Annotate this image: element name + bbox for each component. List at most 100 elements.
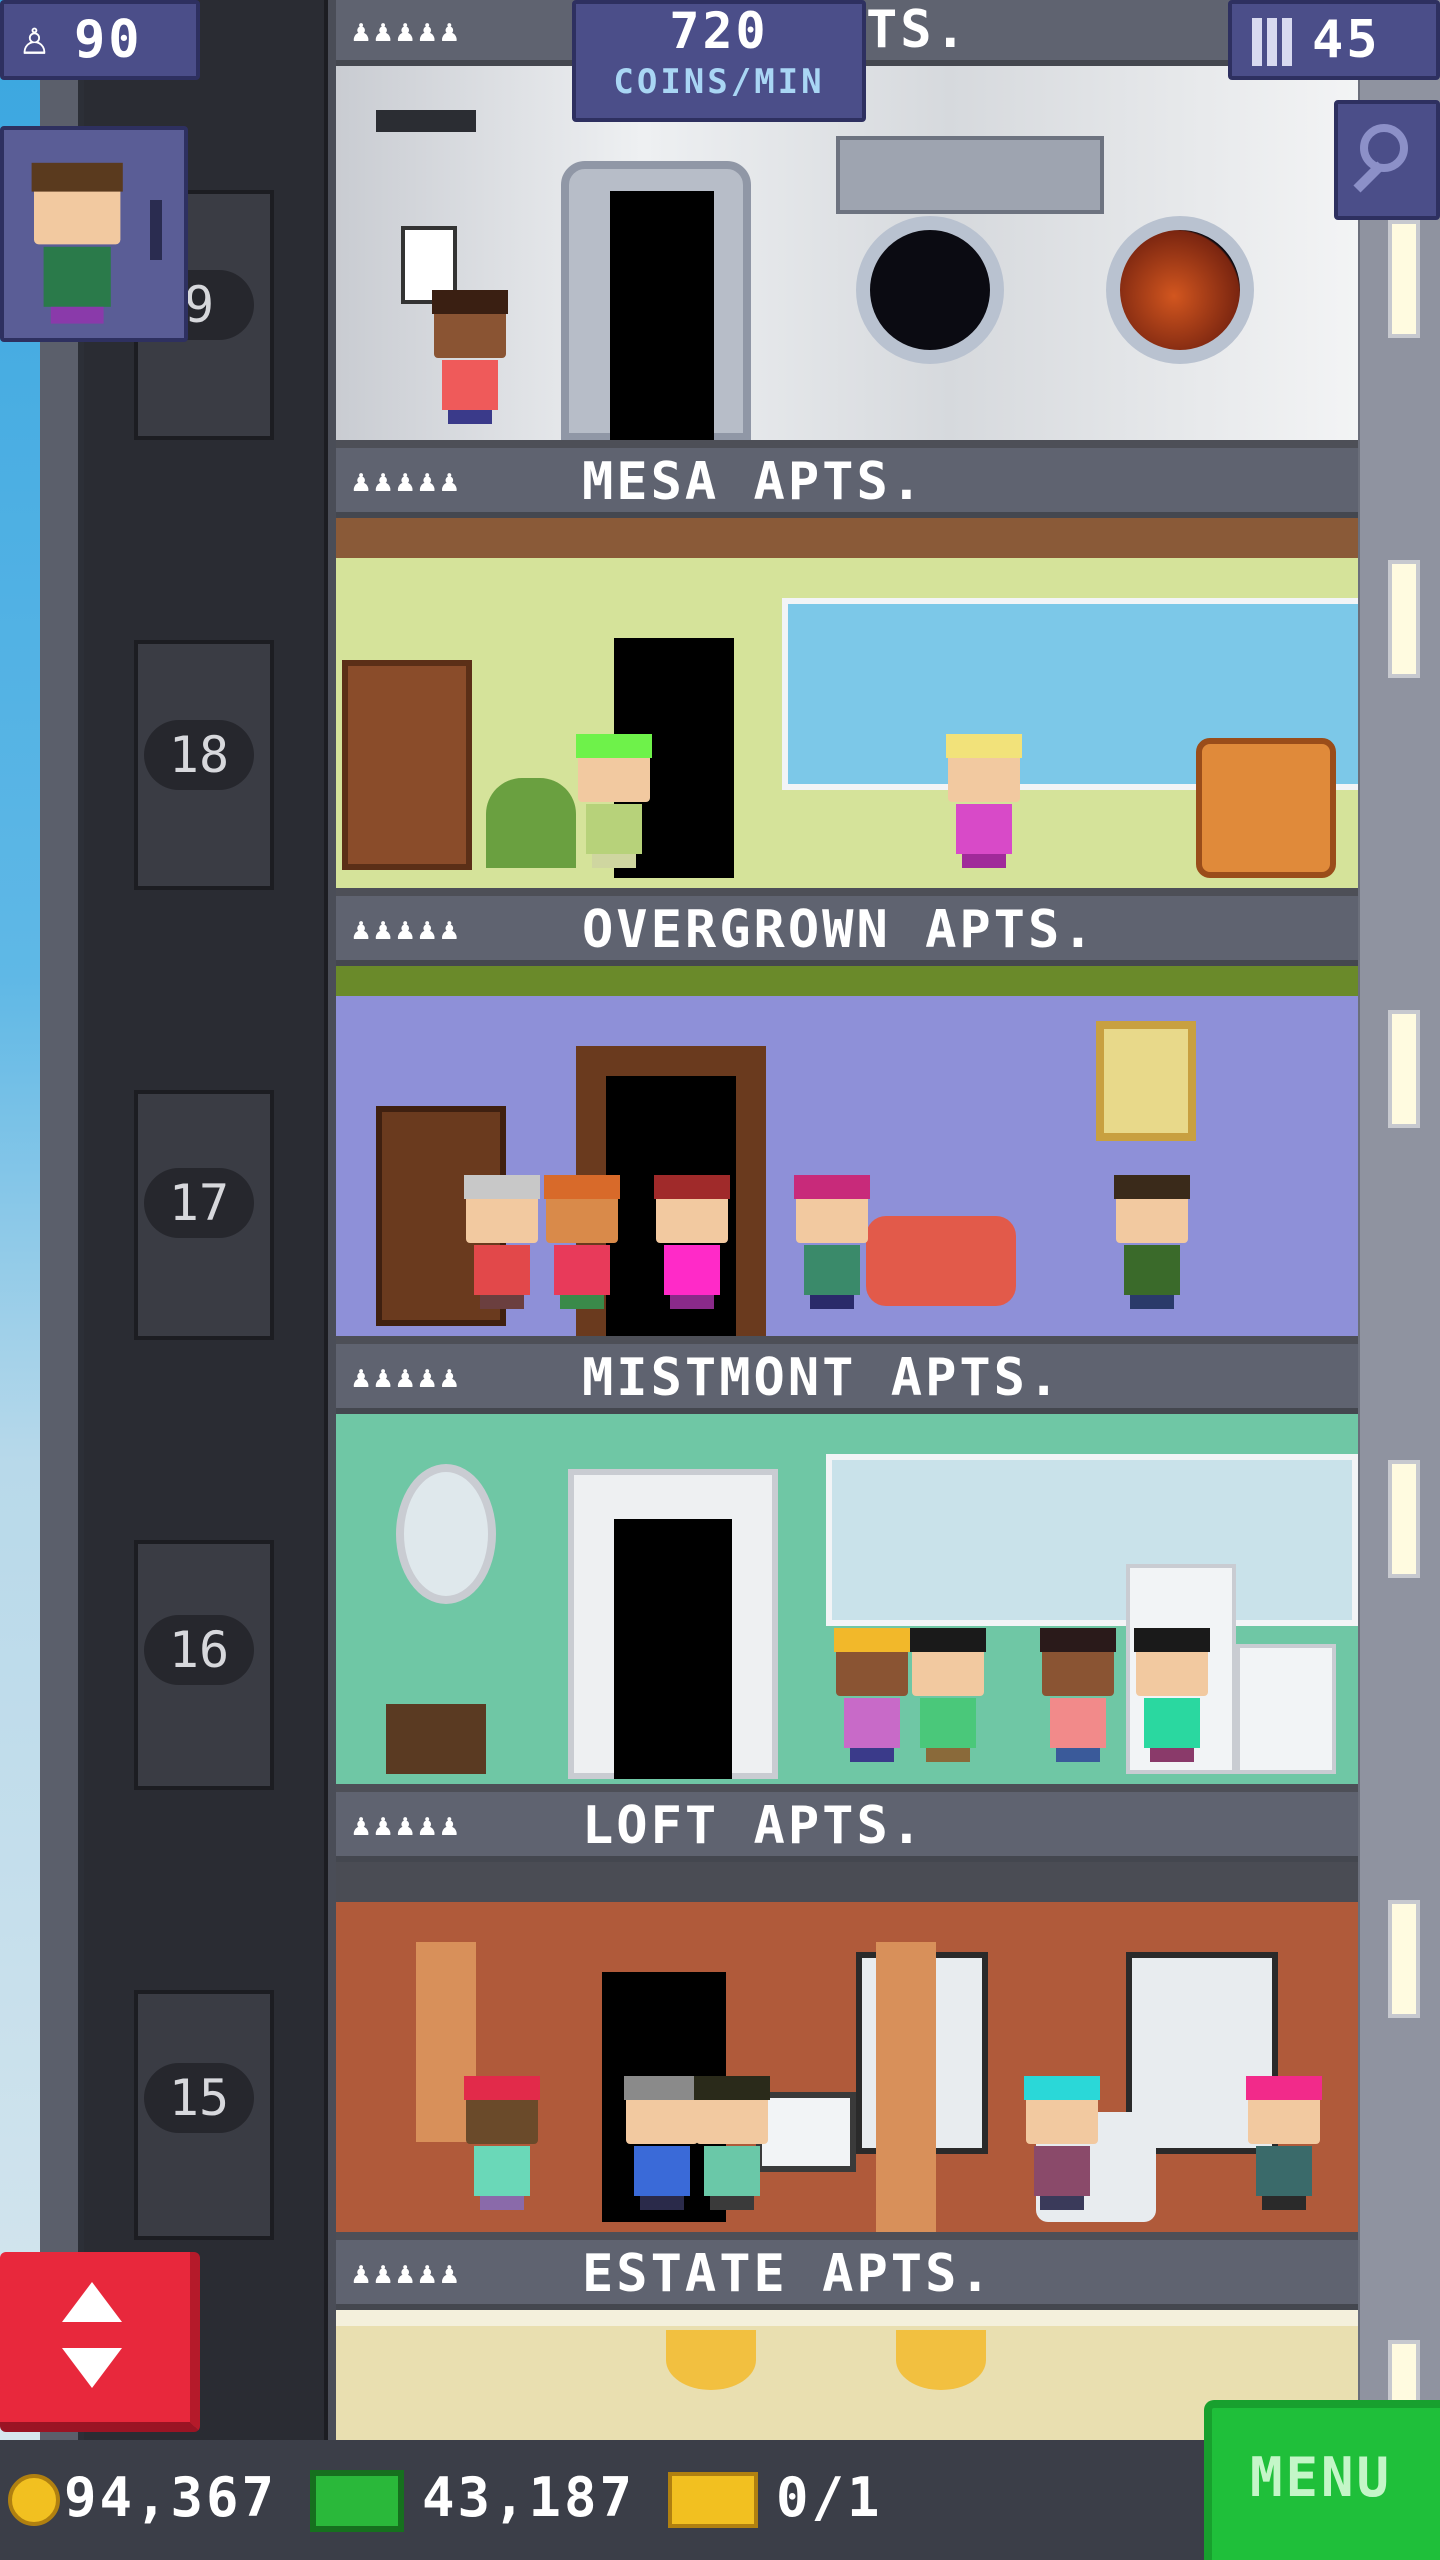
floor-name: MISTMONT APTS.: [582, 1348, 1063, 1408]
wall-light: [1388, 560, 1420, 678]
resident[interactable]: [1246, 2076, 1322, 2212]
wall-light: [1388, 1460, 1420, 1578]
resident[interactable]: [654, 1175, 730, 1311]
floor-name: ESTATE APTS.: [582, 2244, 994, 2304]
bux-icon: [310, 2470, 404, 2532]
coins-rate-badge[interactable]: 720 COINS/MIN: [572, 0, 866, 122]
resident-icons: ♟♟♟♟♟: [352, 14, 463, 49]
resident[interactable]: [1024, 2076, 1100, 2212]
ceiling-pipes: [336, 1862, 1358, 1902]
shaft-floor-number: 15: [144, 2063, 254, 2133]
coin-icon: [8, 2474, 60, 2526]
mesa-room: [336, 518, 1358, 896]
easel-painting: [756, 2092, 856, 2172]
floor-mistmont-apts[interactable]: ♟♟♟♟♟ MISTMONT APTS.: [336, 1344, 1358, 1792]
ticket-icon: [668, 2472, 758, 2528]
resident[interactable]: [1114, 1175, 1190, 1311]
resident-icons: ♟♟♟♟♟: [352, 464, 463, 499]
floor-count-value: 45: [1312, 10, 1381, 70]
resident[interactable]: [794, 1175, 870, 1311]
elevator-shaft[interactable]: 9 18 17 16 15: [84, 0, 324, 2440]
floor-label-bar: ♟♟♟♟♟ ESTATE APTS.: [336, 2240, 1358, 2310]
loft-room: [336, 1862, 1358, 2240]
resident[interactable]: [834, 1628, 910, 1764]
floor-overgrown-apts[interactable]: ♟♟♟♟♟ OVERGROWN APTS.: [336, 896, 1358, 1344]
shaft-floor-number: 18: [144, 720, 254, 790]
elevator-arrow-down: [62, 2348, 122, 2388]
resident-icons: ♟♟♟♟♟: [352, 2256, 463, 2291]
resident[interactable]: [1134, 1628, 1210, 1764]
magnifier-icon: [1360, 124, 1408, 172]
resident[interactable]: [910, 1628, 986, 1764]
wall-light: [1388, 220, 1420, 338]
wall-console: [836, 136, 1104, 214]
bookshelf: [342, 660, 472, 870]
framed-painting: [1096, 1021, 1196, 1141]
right-tower-wall: [1354, 0, 1440, 2440]
potted-plant: [486, 778, 576, 868]
porthole-stars: [856, 216, 1004, 364]
alert-icon: [150, 200, 162, 260]
floor-count[interactable]: 45: [1228, 0, 1440, 80]
curtain: [876, 1942, 936, 2232]
resident[interactable]: [946, 734, 1022, 870]
vip-avatar: [31, 162, 123, 326]
coins-value: 94,367: [64, 2466, 278, 2529]
floor-label-bar: ♟♟♟♟♟ MISTMONT APTS.: [336, 1344, 1358, 1414]
red-sofa: [866, 1216, 1016, 1306]
vines: [336, 966, 1358, 996]
armchair: [1196, 738, 1336, 878]
elevator-arrows-icon: [62, 2282, 122, 2322]
shaft-floor-number: 16: [144, 1615, 254, 1685]
menu-label: MENU: [1250, 2446, 1393, 2509]
chandelier: [896, 2330, 986, 2390]
room-door[interactable]: [614, 1519, 732, 1779]
elevator-button[interactable]: [0, 2252, 200, 2432]
crown-molding: [336, 2310, 1358, 2326]
wall-light: [1388, 1900, 1420, 2018]
floor-name: LOFT APTS.: [582, 1796, 926, 1856]
left-tower-rail: [40, 0, 84, 2440]
coins-rate-value: 720: [669, 2, 769, 60]
floor-name-partial: TS.: [866, 0, 969, 60]
coins-rate-unit: COINS/MIN: [613, 62, 825, 102]
vip-notification[interactable]: [0, 126, 188, 342]
resident[interactable]: [1040, 1628, 1116, 1764]
resident[interactable]: [576, 734, 652, 870]
bux-value: 43,187: [422, 2466, 636, 2529]
bottom-bar: 94,367 43,187 0/1 MENU: [0, 2400, 1440, 2560]
stove: [1236, 1644, 1336, 1774]
resident[interactable]: [464, 1175, 540, 1311]
zoom-button[interactable]: [1334, 100, 1440, 220]
floor-label-bar: ♟♟♟♟♟ OVERGROWN APTS.: [336, 896, 1358, 966]
floor-name: MESA APTS.: [582, 452, 926, 512]
space-room: [336, 66, 1358, 448]
floor-mesa-apts[interactable]: ♟♟♟♟♟ MESA APTS.: [336, 448, 1358, 896]
population-counter[interactable]: ♙ 90: [0, 0, 200, 80]
floor-name: OVERGROWN APTS.: [582, 900, 1097, 960]
porthole-mars: [1106, 216, 1254, 364]
room-door[interactable]: [610, 191, 714, 440]
resident[interactable]: [432, 290, 508, 426]
menu-button[interactable]: MENU: [1204, 2400, 1440, 2560]
floor-label-bar: ♟♟♟♟♟ LOFT APTS.: [336, 1792, 1358, 1862]
ceiling-beams: [336, 518, 1358, 558]
overgrown-room: [336, 966, 1358, 1344]
resident-icons: ♟♟♟♟♟: [352, 1360, 463, 1395]
resident[interactable]: [544, 1175, 620, 1311]
window: [826, 1454, 1358, 1626]
wall-light: [1388, 1010, 1420, 1128]
resident[interactable]: [464, 2076, 540, 2212]
shaft-floor-number: 17: [144, 1168, 254, 1238]
floor-grid-icon: [1252, 18, 1292, 66]
resident[interactable]: [624, 2076, 700, 2212]
resident-icons: ♟♟♟♟♟: [352, 912, 463, 947]
side-table: [386, 1704, 486, 1774]
oval-mirror: [396, 1464, 496, 1604]
floor-label-bar: ♟♟♟♟♟ MESA APTS.: [336, 448, 1358, 518]
population-value: 90: [74, 10, 143, 70]
resident[interactable]: [694, 2076, 770, 2212]
person-icon: ♙: [20, 10, 49, 66]
floor-loft-apts[interactable]: ♟♟♟♟♟ LOFT APTS.: [336, 1792, 1358, 2240]
sky-background: [0, 0, 45, 2440]
